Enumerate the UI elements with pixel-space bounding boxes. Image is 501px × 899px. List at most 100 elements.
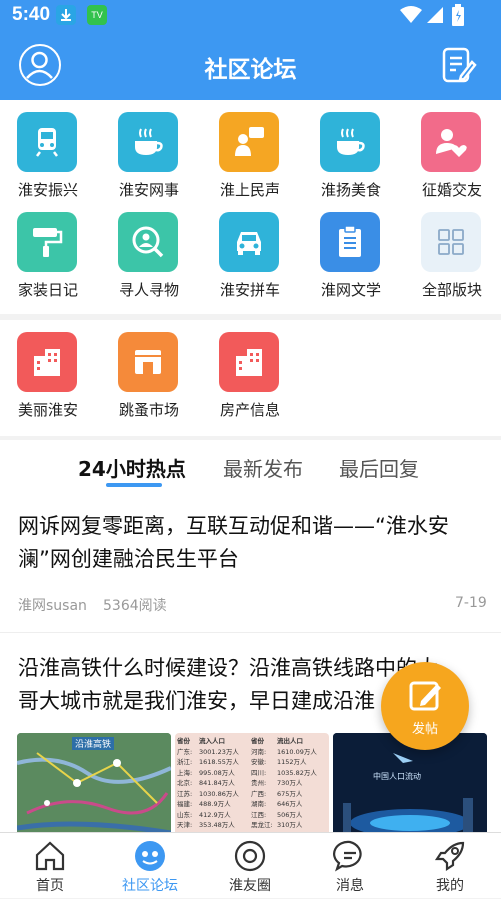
- nav-label: 淮友圈: [229, 878, 271, 894]
- category-tile[interactable]: 淮上民声: [200, 100, 300, 199]
- table-row: 山东: 412.9万人 江西: 506万人: [177, 810, 327, 821]
- category-grid: 淮安振兴 淮安网事 淮上民声 淮扬美食 征婚交友家装日记 寻人寻物 淮安拼车 淮网文学 全部版块: [0, 100, 501, 314]
- table-cell: 山东:: [177, 810, 193, 819]
- table-row: 江苏: 1030.86万人 广西: 675万人: [177, 789, 327, 800]
- download-icon: [56, 5, 76, 25]
- table-cell: 412.9万人: [199, 810, 231, 819]
- feed-tabs: 24小时热点 最新发布 最后回复: [0, 440, 501, 496]
- train-icon: [17, 112, 77, 172]
- page-title: 社区论坛: [204, 57, 297, 83]
- forum-icon: [135, 841, 165, 871]
- category-tile[interactable]: 淮安网事: [99, 100, 199, 199]
- category-label: 跳蚤市场: [118, 401, 179, 419]
- nav-forum[interactable]: 社区论坛: [100, 833, 200, 899]
- category-tile[interactable]: 美丽淮安: [0, 320, 98, 419]
- table-cell: 353.48万人: [199, 821, 235, 829]
- image-caption: 中国人口流动: [373, 772, 421, 781]
- post-image-table[interactable]: 省份 流入人口 省份 流出人口 广东: 3001.23万人 河南: 1610.09万人 浙江: 1…: [175, 733, 329, 832]
- table-row: 福建: 488.9万人 湖南: 646万人: [177, 799, 327, 810]
- home-icon: [35, 841, 65, 871]
- car-icon: [219, 212, 279, 272]
- table-cell: 省份: [251, 737, 264, 745]
- signal-icon: [427, 7, 443, 23]
- nav-label: 社区论坛: [122, 878, 178, 894]
- category-tile[interactable]: 淮安拼车: [200, 200, 300, 299]
- compose-button[interactable]: [441, 46, 477, 84]
- table-cell: 841.84万人: [199, 779, 235, 787]
- post-image-city[interactable]: 中国人口流动: [333, 733, 487, 832]
- building-icon: [219, 332, 279, 392]
- tab-indicator: [106, 483, 162, 487]
- table-cell: 江苏:: [177, 789, 193, 798]
- rocket-icon: [434, 841, 465, 872]
- category-tile[interactable]: 淮扬美食: [301, 100, 401, 199]
- table-row: 上海: 995.08万人 四川: 1035.82万人: [177, 768, 327, 779]
- category-label: 淮安网事: [118, 181, 179, 199]
- category-label: 家装日记: [17, 281, 78, 299]
- tv-app-icon: TV: [87, 5, 107, 25]
- table-cell: 安徽:: [251, 758, 267, 766]
- battery-icon: [452, 4, 464, 26]
- category-grid-secondary: 美丽淮安 跳蚤市场 房产信息: [0, 320, 501, 436]
- tab-last-reply[interactable]: 最后回复: [339, 453, 419, 482]
- paint-roller-icon: [17, 212, 77, 272]
- table-cell: 省份: [177, 737, 190, 745]
- nav-home[interactable]: 首页: [0, 833, 100, 899]
- tab-24h-hot[interactable]: 24小时热点: [78, 453, 186, 482]
- message-icon: [333, 840, 362, 872]
- tab-latest[interactable]: 最新发布: [223, 453, 303, 482]
- category-label: 淮安振兴: [17, 181, 78, 199]
- search-person-icon: [118, 212, 178, 272]
- post-author[interactable]: 淮网susan: [18, 595, 87, 615]
- table-cell: 310万人: [277, 821, 303, 829]
- category-tile[interactable]: 跳蚤市场: [99, 320, 199, 419]
- category-label: 寻人寻物: [118, 281, 179, 299]
- table-cell: 1610.09万人: [277, 747, 317, 756]
- category-label: 房产信息: [219, 401, 280, 419]
- category-tile[interactable]: 征婚交友: [402, 100, 501, 199]
- table-cell: 北京:: [177, 779, 193, 787]
- heart-user-icon: [421, 112, 481, 172]
- table-cell: 506万人: [277, 810, 303, 819]
- speaker-icon: [219, 112, 279, 172]
- post-reads: 5364阅读: [103, 598, 167, 614]
- table-cell: 河南:: [251, 747, 267, 756]
- table-cell: 流入人口: [199, 737, 225, 745]
- new-post-label: 发帖: [411, 722, 438, 737]
- table-cell: 浙江:: [177, 758, 193, 766]
- nav-messages[interactable]: 消息: [300, 833, 400, 899]
- post-image-map[interactable]: 沿淮高铁: [17, 733, 171, 832]
- category-tile[interactable]: 房产信息: [200, 320, 300, 419]
- bottom-navigation: 首页 社区论坛 淮友圈 消息 我的: [0, 832, 501, 898]
- post-item[interactable]: 网诉网复零距离，互联互动促和谐——“淮水安澜”网创建融洽民生平台: [18, 510, 486, 576]
- table-cell: 1035.82万人: [277, 768, 317, 777]
- category-tile[interactable]: 全部版块: [402, 200, 501, 299]
- table-cell: 四川:: [251, 768, 267, 777]
- table-row: 省份 流入人口 省份 流出人口: [177, 736, 327, 747]
- table-cell: 730万人: [277, 779, 303, 787]
- category-label: 淮上民声: [219, 181, 280, 199]
- table-cell: 1152万人: [277, 758, 307, 766]
- category-label: 征婚交友: [421, 181, 482, 199]
- post-title[interactable]: 网诉网复零距离，互联互动促和谐——“淮水安澜”网创建融洽民生平台: [18, 510, 486, 576]
- status-time: 5:40: [12, 4, 51, 25]
- category-label: 淮扬美食: [320, 181, 381, 199]
- table-cell: 广西:: [251, 789, 267, 798]
- building-icon: [17, 332, 77, 392]
- category-label: 淮网文学: [320, 281, 381, 299]
- category-tile[interactable]: 家装日记: [0, 200, 98, 299]
- table-cell: 675万人: [277, 789, 303, 798]
- table-cell: 福建:: [177, 800, 193, 808]
- table-cell: 江西:: [251, 810, 267, 819]
- nav-me[interactable]: 我的: [400, 833, 500, 899]
- table-row: 广东: 3001.23万人 河南: 1610.09万人: [177, 747, 327, 758]
- category-tile[interactable]: 寻人寻物: [99, 200, 199, 299]
- table-cell: 天津:: [177, 821, 193, 829]
- camera-icon: [234, 840, 266, 872]
- new-post-button[interactable]: 发帖: [381, 662, 469, 750]
- category-tile[interactable]: 淮网文学: [301, 200, 401, 299]
- app-header: 社区论坛: [0, 30, 501, 100]
- nav-friends[interactable]: 淮友圈: [200, 833, 300, 899]
- edit-note-icon: [442, 47, 477, 83]
- category-tile[interactable]: 淮安振兴: [0, 100, 98, 199]
